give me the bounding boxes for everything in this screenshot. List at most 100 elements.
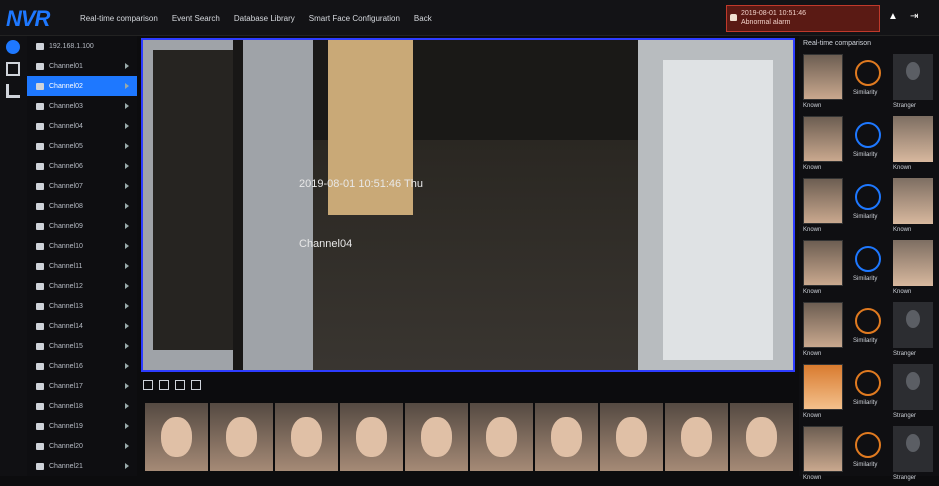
- expand-icon[interactable]: [125, 263, 129, 269]
- snapshot-face[interactable]: [600, 403, 663, 471]
- channel-item[interactable]: Channel13: [27, 296, 137, 316]
- channel-label: Channel10: [49, 242, 83, 250]
- snapshot-face[interactable]: [535, 403, 598, 471]
- match-label: Stranger: [893, 103, 917, 109]
- device-label: 192.168.1.100: [49, 42, 94, 50]
- video-timestamp: 2019-08-01 10:51:46 Thu: [299, 178, 423, 190]
- bell-icon[interactable]: ▲: [888, 12, 898, 22]
- snapshot-face[interactable]: [340, 403, 403, 471]
- expand-icon[interactable]: [125, 423, 129, 429]
- snapshot-face[interactable]: [665, 403, 728, 471]
- expand-icon[interactable]: [125, 83, 129, 89]
- expand-icon[interactable]: [125, 103, 129, 109]
- expand-icon[interactable]: [125, 203, 129, 209]
- expand-icon[interactable]: [125, 303, 129, 309]
- comparison-item[interactable]: Similarity Known Stranger: [803, 54, 935, 114]
- fullscreen-icon[interactable]: [191, 380, 201, 390]
- channel-item[interactable]: Channel16: [27, 356, 137, 376]
- channel-label: Channel01: [49, 62, 83, 70]
- expand-icon[interactable]: [125, 363, 129, 369]
- channel-item[interactable]: Channel20: [27, 436, 137, 456]
- nav-realtime-comparison[interactable]: Real-time comparison: [80, 14, 158, 23]
- expand-icon[interactable]: [125, 223, 129, 229]
- channel-item[interactable]: Channel12: [27, 276, 137, 296]
- similarity-ring: [855, 184, 881, 210]
- snapshot-face[interactable]: [405, 403, 468, 471]
- nav-event-search[interactable]: Event Search: [172, 14, 220, 23]
- live-video[interactable]: 2019-08-01 10:51:46 Thu Channel04: [141, 38, 795, 372]
- match-label: Stranger: [893, 413, 917, 419]
- channel-item[interactable]: Channel05: [27, 136, 137, 156]
- video-channel-label: Channel04: [299, 238, 353, 250]
- camera-icon: [36, 162, 44, 170]
- expand-icon[interactable]: [125, 243, 129, 249]
- channel-item[interactable]: Channel18: [27, 396, 137, 416]
- channel-item[interactable]: Channel02: [27, 76, 137, 96]
- channel-item[interactable]: Channel21: [27, 456, 137, 476]
- channel-item[interactable]: Channel04: [27, 116, 137, 136]
- comparison-item[interactable]: Similarity Known Known: [803, 178, 935, 238]
- alarm-text: Abnormal alarm: [741, 19, 791, 26]
- channel-label: Channel02: [49, 82, 83, 90]
- expand-icon[interactable]: [125, 283, 129, 289]
- snapshot-face[interactable]: [730, 403, 793, 471]
- expand-icon[interactable]: [125, 343, 129, 349]
- video-door-right: [663, 60, 773, 360]
- comparison-item[interactable]: Similarity Known Stranger: [803, 302, 935, 362]
- alarm-notification[interactable]: 2019-08-01 10:51:46 Abnormal alarm: [726, 5, 880, 32]
- channel-item[interactable]: Channel03: [27, 96, 137, 116]
- logout-icon[interactable]: ⇥: [910, 12, 920, 22]
- stats-icon[interactable]: [6, 84, 20, 98]
- expand-icon[interactable]: [125, 323, 129, 329]
- channel-item[interactable]: Channel07: [27, 176, 137, 196]
- channel-label: Channel20: [49, 442, 83, 450]
- channel-item[interactable]: Channel15: [27, 336, 137, 356]
- comparison-item[interactable]: Similarity Known Stranger: [803, 364, 935, 424]
- nav-database-library[interactable]: Database Library: [234, 14, 295, 23]
- match-label: Known: [893, 227, 912, 233]
- nav-back[interactable]: Back: [414, 14, 432, 23]
- channel-label: Channel17: [49, 382, 83, 390]
- channel-item[interactable]: Channel11: [27, 256, 137, 276]
- camera-icon[interactable]: [6, 62, 20, 76]
- channel-item[interactable]: Channel08: [27, 196, 137, 216]
- camera-icon: [36, 362, 44, 370]
- expand-icon[interactable]: [125, 143, 129, 149]
- channel-item[interactable]: Channel10: [27, 236, 137, 256]
- similarity-ring: [855, 432, 881, 458]
- channel-item[interactable]: Channel19: [27, 416, 137, 436]
- snapshot-face[interactable]: [210, 403, 273, 471]
- expand-icon[interactable]: [125, 403, 129, 409]
- comparison-item[interactable]: Similarity Known Known: [803, 116, 935, 176]
- device-icon: [36, 42, 44, 50]
- channel-item[interactable]: Channel06: [27, 156, 137, 176]
- snapshot-face[interactable]: [145, 403, 208, 471]
- channel-item[interactable]: Channel14: [27, 316, 137, 336]
- channel-label: Channel04: [49, 122, 83, 130]
- channel-label: Channel07: [49, 182, 83, 190]
- snapshot-face[interactable]: [275, 403, 338, 471]
- expand-icon[interactable]: [125, 463, 129, 469]
- snapshot-face[interactable]: [470, 403, 533, 471]
- expand-icon[interactable]: [125, 383, 129, 389]
- comparison-item[interactable]: Similarity Known Stranger: [803, 426, 935, 486]
- channel-item[interactable]: Channel09: [27, 216, 137, 236]
- expand-icon[interactable]: [125, 123, 129, 129]
- camera-icon: [36, 82, 44, 90]
- comparison-item[interactable]: Similarity Known Known: [803, 240, 935, 300]
- layout-9-icon[interactable]: [175, 380, 185, 390]
- channel-item[interactable]: Channel01: [27, 56, 137, 76]
- layout-1-icon[interactable]: [143, 380, 153, 390]
- expand-icon[interactable]: [125, 63, 129, 69]
- similarity-text: Similarity: [853, 90, 878, 96]
- user-icon[interactable]: [6, 40, 20, 54]
- expand-icon[interactable]: [125, 163, 129, 169]
- expand-icon[interactable]: [125, 443, 129, 449]
- layout-4-icon[interactable]: [159, 380, 169, 390]
- channel-item[interactable]: Channel17: [27, 376, 137, 396]
- device-root[interactable]: 192.168.1.100: [27, 36, 137, 56]
- captured-label: Known: [803, 165, 822, 171]
- nav-smart-face-config[interactable]: Smart Face Configuration: [309, 14, 400, 23]
- matched-face: [893, 178, 933, 224]
- expand-icon[interactable]: [125, 183, 129, 189]
